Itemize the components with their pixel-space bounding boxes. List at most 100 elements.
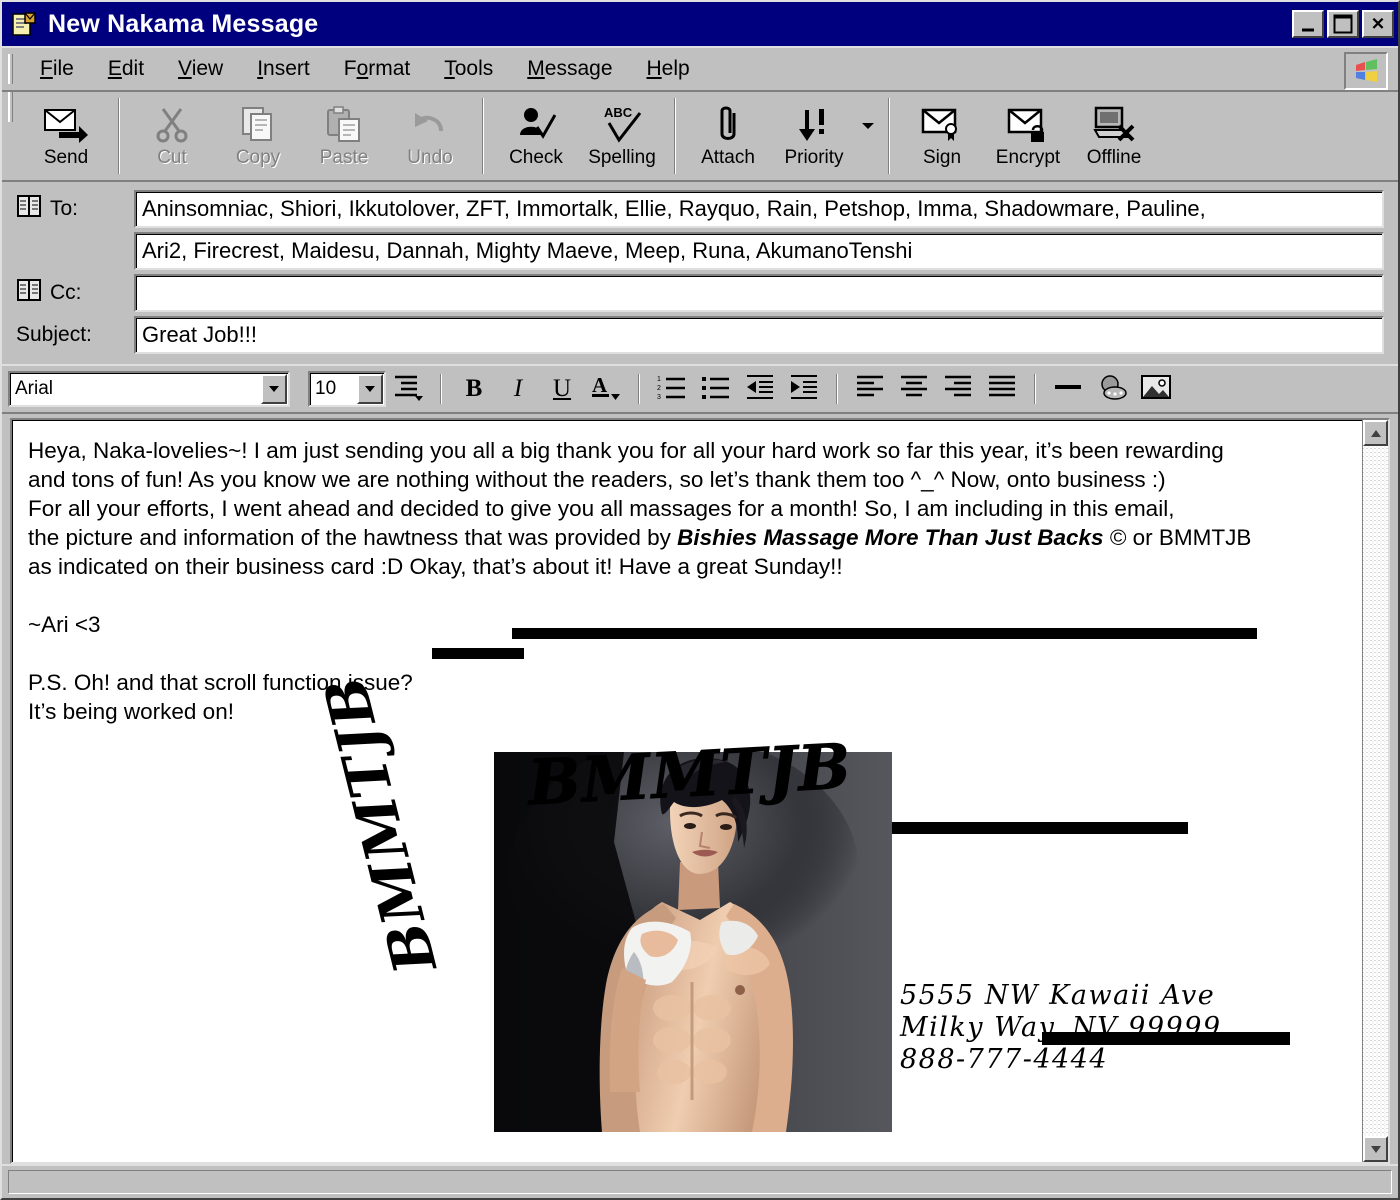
underline-button[interactable]: U — [540, 369, 584, 409]
insert-picture-icon — [1140, 373, 1172, 406]
toolbar-drag-grip[interactable] — [8, 92, 13, 122]
to-row: To: Aninsomniac, Shiori, Ikkutolover, ZF… — [16, 190, 1384, 228]
copy-label: Copy — [235, 147, 281, 168]
menu-tools[interactable]: Tools — [427, 53, 510, 85]
company-name-emphasis: Bishies Massage More Than Just Backs — [677, 525, 1104, 550]
send-button[interactable]: Send — [23, 92, 109, 180]
body-vertical-scrollbar[interactable] — [1362, 420, 1388, 1162]
font-family-value: Arial — [15, 378, 54, 399]
font-size-value: 10 — [315, 378, 337, 399]
menu-edit[interactable]: Edit — [91, 53, 161, 85]
menu-help[interactable]: Help — [630, 53, 707, 85]
menu-insert[interactable]: Insert — [240, 53, 327, 85]
horizontal-rule-icon — [1053, 374, 1083, 405]
body-line-4-prefix: the picture and information of the hawtn… — [28, 525, 678, 550]
increase-indent-icon — [789, 373, 819, 406]
body-line-3: For all your efforts, I went ahead and d… — [28, 496, 1175, 521]
maximize-button[interactable] — [1327, 10, 1359, 38]
sign-button[interactable]: Sign — [899, 92, 985, 180]
font-color-icon: A — [590, 372, 622, 407]
cut-button[interactable]: Cut — [129, 92, 215, 180]
svg-text:A: A — [592, 373, 608, 397]
message-body-area: Heya, Naka-lovelies~! I am just sending … — [2, 414, 1398, 1164]
send-envelope-icon — [43, 103, 89, 145]
insert-link-icon — [1096, 373, 1128, 406]
insert-link-button[interactable] — [1090, 369, 1134, 409]
cc-field[interactable] — [134, 274, 1384, 312]
card-address-line-1: 5555 NW Kawaii Ave — [900, 980, 1216, 1011]
scroll-up-arrow-icon[interactable] — [1363, 420, 1388, 446]
to-label: To: — [50, 197, 79, 220]
scrollbar-track[interactable] — [1363, 446, 1388, 1136]
minimize-button[interactable] — [1292, 10, 1324, 38]
toolbar-separator — [888, 98, 890, 174]
body-line-4-suffix: © or BMMTJB — [1103, 525, 1252, 550]
increase-indent-button[interactable] — [782, 369, 826, 409]
align-right-button[interactable] — [936, 369, 980, 409]
card-phone-number: 888-777-4444 — [900, 1044, 1109, 1075]
bold-icon: B — [465, 375, 483, 402]
svg-text:1: 1 — [657, 376, 661, 383]
offline-button[interactable]: Offline — [1071, 92, 1157, 180]
encrypt-button[interactable]: Encrypt — [985, 92, 1071, 180]
font-size-select[interactable]: 10 — [308, 371, 386, 407]
numbered-list-button[interactable]: 1 2 3 — [650, 369, 694, 409]
check-names-button[interactable]: Check — [493, 92, 579, 180]
to-row-continued: Ari2, Firecrest, Maidesu, Dannah, Mighty… — [16, 232, 1384, 270]
format-separator — [836, 374, 838, 404]
svg-text:ABC: ABC — [604, 105, 633, 120]
spelling-button[interactable]: ABC Spelling — [579, 92, 665, 180]
toolbar-separator — [118, 98, 120, 174]
close-button[interactable] — [1362, 10, 1394, 38]
bulleted-list-button[interactable] — [694, 369, 738, 409]
priority-label: Priority — [784, 147, 844, 168]
sign-label: Sign — [922, 147, 962, 168]
to-label-group[interactable]: To: — [16, 194, 134, 224]
horizontal-rule-button[interactable] — [1046, 369, 1090, 409]
subject-field[interactable]: Great Job!!! — [134, 316, 1384, 354]
align-left-button[interactable] — [848, 369, 892, 409]
justify-button[interactable] — [980, 369, 1024, 409]
italic-button[interactable]: I — [496, 369, 540, 409]
font-family-select[interactable]: Arial — [8, 371, 290, 407]
chevron-down-icon[interactable] — [357, 374, 383, 404]
undo-button[interactable]: Undo — [387, 92, 473, 180]
to-field-line2[interactable]: Ari2, Firecrest, Maidesu, Dannah, Mighty… — [134, 232, 1384, 270]
menu-view[interactable]: View — [161, 53, 240, 85]
subject-row: Subject: Great Job!!! — [16, 316, 1384, 354]
insert-picture-button[interactable] — [1134, 369, 1178, 409]
copy-button[interactable]: Copy — [215, 92, 301, 180]
abc-spellcheck-icon: ABC — [600, 103, 644, 145]
copy-pages-icon — [239, 103, 277, 145]
menu-format[interactable]: Format — [327, 53, 428, 85]
message-body-frame: Heya, Naka-lovelies~! I am just sending … — [10, 418, 1390, 1164]
spelling-label: Spelling — [588, 147, 656, 168]
scroll-down-arrow-icon[interactable] — [1363, 1136, 1388, 1162]
message-window-icon — [10, 10, 38, 38]
font-color-button[interactable]: A — [584, 369, 628, 409]
menu-drag-grip[interactable] — [8, 54, 13, 84]
menu-message[interactable]: Message — [510, 53, 629, 85]
priority-dropdown-arrow-icon[interactable] — [857, 92, 879, 180]
format-separator — [1034, 374, 1036, 404]
message-body-editor[interactable]: Heya, Naka-lovelies~! I am just sending … — [12, 420, 1362, 1162]
to-field-line1[interactable]: Aninsomniac, Shiori, Ikkutolover, ZFT, I… — [134, 190, 1384, 228]
subject-label: Subject: — [16, 323, 92, 346]
paste-button[interactable]: Paste — [301, 92, 387, 180]
title-bar: New Nakama Message — [2, 2, 1398, 46]
paragraph-style-button[interactable] — [386, 369, 430, 409]
encrypt-label: Encrypt — [995, 147, 1061, 168]
chevron-down-icon[interactable] — [261, 374, 287, 404]
windows-logo-icon[interactable] — [1344, 52, 1388, 90]
shirtless-bishie-masseur-photo — [494, 752, 892, 1132]
undo-arrow-icon — [411, 103, 449, 145]
card-bar-middle-right — [840, 822, 1188, 834]
cc-label-group[interactable]: Cc: — [16, 278, 134, 308]
align-center-button[interactable] — [892, 369, 936, 409]
menu-file[interactable]: File — [23, 53, 91, 85]
toolbar-separator — [482, 98, 484, 174]
decrease-indent-button[interactable] — [738, 369, 782, 409]
priority-button[interactable]: Priority — [771, 92, 857, 180]
attach-button[interactable]: Attach — [685, 92, 771, 180]
bold-button[interactable]: B — [452, 369, 496, 409]
